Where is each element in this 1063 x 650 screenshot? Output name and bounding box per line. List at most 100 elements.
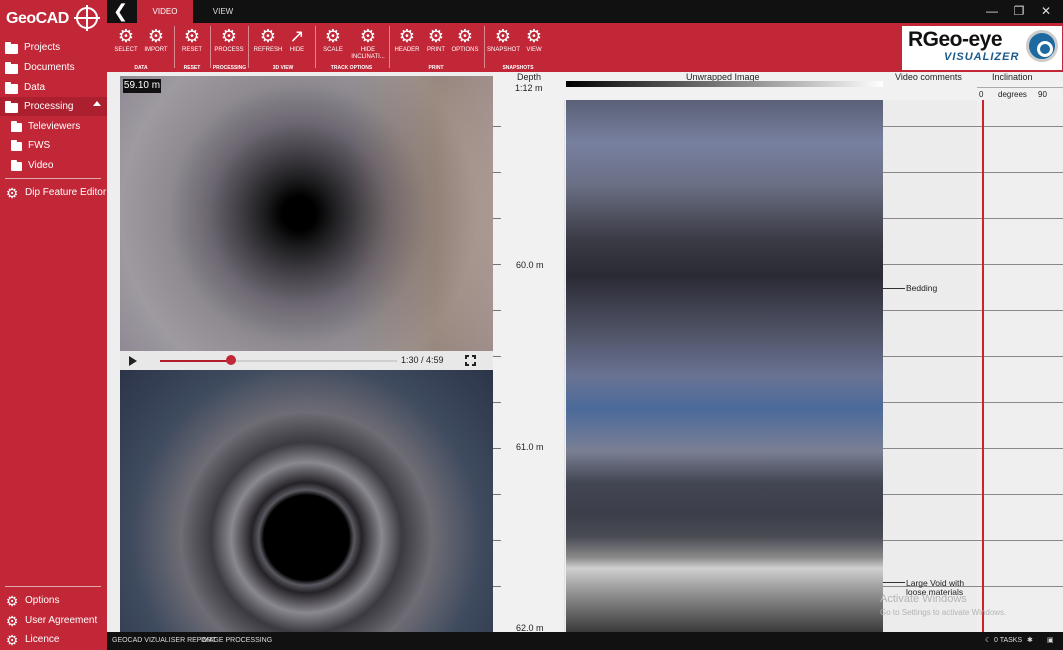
tab-video[interactable]: VIDEO [137,0,193,23]
view-snapshot-button[interactable]: ⚙ VIEW [519,25,549,54]
hide-inclination-button[interactable]: ⚙ HIDE INCLINATI... [351,25,385,61]
button-label: OPTIONS [451,47,479,53]
sidebar-divider [5,586,101,587]
depth-tick [493,218,501,219]
depth-tick [493,310,501,311]
sidebar-item-label: Televiewers [28,121,81,132]
video-controls: 1:30 / 4:59 [120,351,493,370]
tab-bar [107,0,1063,23]
window-icon[interactable]: ▣ [1047,632,1054,650]
sidebar-item-label: Documents [24,62,75,73]
depth-tick [493,172,501,173]
hide-3d-button[interactable]: ↗ HIDE [282,25,312,54]
depth-header: Depth [517,72,542,82]
sidebar-item-televiewers[interactable]: Televiewers [0,117,107,136]
seek-track[interactable] [160,360,397,362]
scale-button[interactable]: ⚙ SCALE [318,25,348,54]
sidebar-item-licence[interactable]: ⚙ Licence [0,630,107,649]
header-button[interactable]: ⚙ HEADER [392,25,422,54]
depth-tick [493,448,501,449]
gear-icon: ⚙ [494,26,512,46]
folder-icon [5,41,18,54]
inclination-header: Inclination [992,72,1033,82]
play-icon[interactable] [129,356,137,366]
folder-icon [5,81,18,94]
gear-icon: ⚙ [5,592,19,609]
gridline [883,218,1063,219]
sidebar-item-label: Options [25,595,60,606]
video-frame-forward[interactable] [120,76,493,351]
tab-view[interactable]: VIEW [206,0,240,23]
ribbon-divider [389,26,390,68]
ribbon-group-label: SNAPSHOTS [502,65,534,71]
comment-marker [883,582,905,583]
comment-bedding: Bedding [906,283,938,293]
logo-subtitle: VISUALIZER [944,51,1020,63]
minimize-icon: — [986,4,998,18]
depth-tick [493,402,501,403]
sidebar-item-projects[interactable]: Projects [0,38,107,57]
status-tasks[interactable]: 0 TASKS [994,632,1022,650]
button-label: HIDE INCLINATI... [351,47,385,60]
comment-marker [883,288,905,289]
close-button[interactable]: ✕ [1036,4,1056,18]
gear-icon: ⚙ [5,184,19,201]
options-button[interactable]: ⚙ OPTIONS [450,25,480,54]
maximize-button[interactable]: ❐ [1009,4,1029,18]
status-image-processing[interactable]: IMAGE PROCESSING [201,632,272,650]
button-label: HEADER [394,47,420,53]
sidebar-item-label: User Agreement [25,615,98,626]
sidebar-item-fws[interactable]: FWS [0,136,107,155]
sidebar-item-user-agreement[interactable]: ⚙ User Agreement [0,611,107,630]
sidebar-item-data[interactable]: Data [0,78,107,97]
crosshair-icon [74,5,100,31]
gridline [883,448,1063,449]
process-button[interactable]: ⚙ PROCESS [214,25,244,54]
seek-thumb[interactable] [226,355,237,365]
folder-icon [11,140,22,151]
import-button[interactable]: ⚙ IMPORT [141,25,171,54]
incl-max: 90 [1038,90,1047,99]
gear-icon: ⚙ [525,26,543,46]
status-bar: GEOCAD VIZUALISER REPORT IMAGE PROCESSIN… [107,632,1063,650]
gridline [883,402,1063,403]
back-button[interactable]: ❮ [107,0,134,23]
select-button[interactable]: ⚙ SELECT [111,25,141,54]
refresh-button[interactable]: ⚙ REFRESH [253,25,283,54]
button-label: VIEW [526,47,542,53]
sidebar-item-documents[interactable]: Documents [0,58,107,77]
depth-label: 60.0 m [516,260,544,270]
incl-unit: degrees [998,90,1027,99]
sidebar-item-options[interactable]: ⚙ Options [0,591,107,610]
playback-time: 1:30 / 4:59 [401,355,444,365]
fullscreen-icon[interactable] [464,354,478,368]
ribbon-group-label: PROCESSING [212,65,247,71]
gear-icon: ⚙ [5,631,19,648]
gridline [883,494,1063,495]
restore-icon: ❐ [1013,4,1025,18]
sidebar-item-label: Processing [24,101,74,112]
bug-icon[interactable]: ✱ [1027,632,1033,650]
ribbon-divider [248,26,249,68]
sidebar-item-dip-feature-editor[interactable]: ⚙ Dip Feature Editor [0,183,107,202]
sidebar-item-processing[interactable]: Processing [0,97,107,116]
reset-button[interactable]: ⚙ RESET [177,25,207,54]
folder-icon [5,61,18,74]
gridline [883,310,1063,311]
sidebar-item-label: Projects [24,42,61,53]
gear-icon: ⚙ [456,26,474,46]
gridline [883,264,1063,265]
depth-tick [493,356,501,357]
gridline [883,356,1063,357]
sidebar-item-video[interactable]: Video [0,156,107,175]
print-button[interactable]: ⚙ PRINT [421,25,451,54]
gear-icon: ⚙ [220,26,238,46]
minimize-button[interactable]: — [982,4,1002,18]
video-frame-3d[interactable] [120,370,493,632]
unwrapped-image[interactable] [566,100,883,632]
ribbon-group-label: PRINT [428,65,444,71]
depth-track [493,100,565,632]
gear-icon: ⚙ [398,26,416,46]
snapshot-button[interactable]: ⚙ SNAPSHOT [487,25,520,54]
folder-icon [11,121,22,132]
